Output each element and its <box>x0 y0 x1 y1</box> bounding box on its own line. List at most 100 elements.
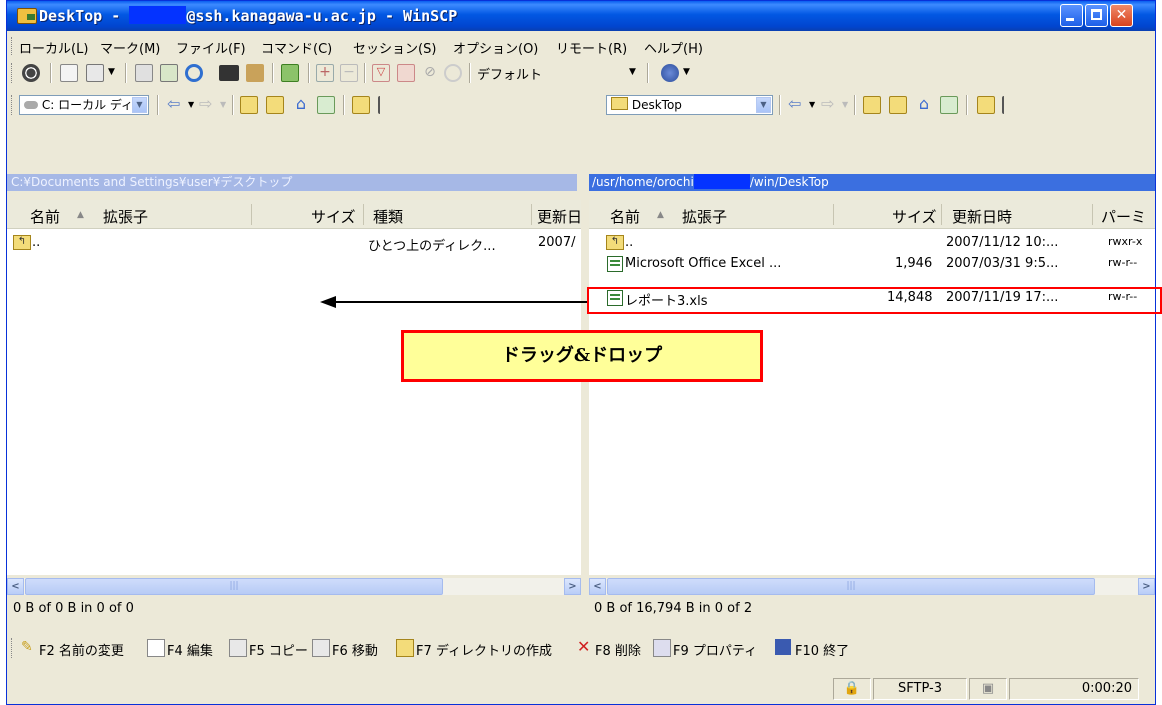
console-icon[interactable] <box>60 64 78 82</box>
column-modified[interactable]: 更新日 <box>537 206 582 227</box>
column-divider[interactable] <box>531 204 532 225</box>
dropdown-arrow-icon[interactable]: ▼ <box>108 67 115 77</box>
close-button[interactable]: ✕ <box>1110 4 1133 27</box>
f10-quit-button[interactable]: F10 終了 <box>795 640 849 659</box>
toolbar-grip[interactable] <box>11 95 14 115</box>
preferences-gear-icon[interactable] <box>22 64 40 82</box>
column-permissions[interactable]: パーミ <box>1101 206 1146 227</box>
parent-dir-icon[interactable] <box>863 96 881 114</box>
f6-move-button[interactable]: F6 移動 <box>332 640 378 659</box>
back-dropdown-icon[interactable]: ▼ <box>188 100 194 109</box>
menu-help[interactable]: ヘルプ(H) <box>644 38 703 57</box>
remote-horizontal-scrollbar[interactable]: < ||| > <box>589 578 1155 595</box>
column-size[interactable]: サイズ <box>311 206 356 227</box>
column-ext[interactable]: 拡張子 <box>103 206 148 227</box>
table-row[interactable]: ↰ .. 2007/11/12 10:... rwxr-x <box>589 233 1155 253</box>
menu-session[interactable]: セッション(S) <box>353 38 436 57</box>
scroll-left-button[interactable]: < <box>7 578 24 595</box>
copy-icon[interactable] <box>86 64 104 82</box>
back-dropdown-icon[interactable]: ▼ <box>809 100 815 109</box>
transfer-dropdown-arrow-icon[interactable]: ▼ <box>683 67 690 77</box>
column-size[interactable]: サイズ <box>892 206 937 227</box>
terminal-icon[interactable] <box>219 65 239 81</box>
minimize-button[interactable] <box>1060 4 1083 27</box>
winscp-app-icon[interactable] <box>17 8 37 24</box>
forward-dropdown-icon[interactable]: ▼ <box>220 100 226 109</box>
back-arrow-icon[interactable]: ⇦ <box>788 94 801 113</box>
open-folder-icon[interactable] <box>977 96 995 114</box>
table-row[interactable]: ↰ .. ひとつ上のディレク... 2007/ <box>7 233 581 254</box>
forward-dropdown-icon[interactable]: ▼ <box>842 100 848 109</box>
restore-icon[interactable] <box>444 64 462 82</box>
chevron-down-icon[interactable]: ▼ <box>132 97 147 113</box>
scroll-right-button[interactable]: > <box>1138 578 1155 595</box>
pane-splitter[interactable] <box>581 174 589 595</box>
chevron-down-icon[interactable]: ▼ <box>756 97 771 113</box>
local-horizontal-scrollbar[interactable]: < ||| > <box>7 578 581 595</box>
scroll-right-button[interactable]: > <box>564 578 581 595</box>
home-icon[interactable]: ⌂ <box>292 96 310 114</box>
invert-selection-icon[interactable] <box>397 64 415 82</box>
menu-mark[interactable]: マーク(M) <box>100 38 160 57</box>
menu-remote[interactable]: リモート(R) <box>556 38 627 57</box>
tree-view-icon[interactable] <box>1002 96 1020 114</box>
tree-view-icon[interactable] <box>378 96 396 114</box>
select-minus-icon[interactable]: − <box>340 64 358 82</box>
refresh-icon[interactable] <box>317 96 335 114</box>
f9-properties-button[interactable]: F9 プロパティ <box>673 640 757 659</box>
f2-rename-button[interactable]: F2 名前の変更 <box>39 640 124 659</box>
f4-edit-button[interactable]: F4 編集 <box>167 640 213 659</box>
clear-selection-icon[interactable]: ⊘ <box>421 64 439 82</box>
synchronize-icon[interactable] <box>160 64 178 82</box>
column-divider[interactable] <box>941 204 942 225</box>
preset-dropdown-arrow-icon[interactable]: ▼ <box>629 67 636 77</box>
putty-icon[interactable] <box>246 64 264 82</box>
home-icon[interactable]: ⌂ <box>915 96 933 114</box>
refresh-sync-icon[interactable] <box>185 64 203 82</box>
back-arrow-icon[interactable]: ⇦ <box>167 94 180 113</box>
scroll-thumb[interactable]: ||| <box>607 578 1095 595</box>
column-ext[interactable]: 拡張子 <box>682 206 727 227</box>
column-name[interactable]: 名前 <box>30 206 60 227</box>
maximize-button[interactable] <box>1085 4 1108 27</box>
local-file-list[interactable]: 名前 ▲ 拡張子 サイズ 種類 更新日 ↰ .. ひとつ上のディレク... 20… <box>7 200 582 575</box>
toolbar-grip[interactable] <box>11 63 14 83</box>
open-folder-icon[interactable] <box>352 96 370 114</box>
title-bar[interactable]: DeskTop - @ssh.kanagawa-u.ac.jp - WinSCP… <box>7 1 1155 31</box>
transfer-preset-label[interactable]: デフォルト <box>477 64 542 83</box>
local-drive-select[interactable]: C: ローカル ディ ▼ <box>19 95 149 115</box>
column-divider[interactable] <box>1092 204 1093 225</box>
f7-mkdir-button[interactable]: F7 ディレクトリの作成 <box>416 640 552 659</box>
root-dir-icon[interactable] <box>266 96 284 114</box>
menu-grip[interactable] <box>11 37 14 55</box>
column-modified[interactable]: 更新日時 <box>952 206 1012 227</box>
compare-dirs-icon[interactable] <box>135 64 153 82</box>
toolbar-grip[interactable] <box>11 638 14 658</box>
root-dir-icon[interactable] <box>889 96 907 114</box>
remote-dir-select[interactable]: DeskTop ▼ <box>606 95 773 115</box>
forward-arrow-icon[interactable]: ⇨ <box>821 94 834 113</box>
select-plus-icon[interactable]: + <box>316 64 334 82</box>
column-type[interactable]: 種類 <box>373 206 403 227</box>
toolbar-separator <box>966 95 968 115</box>
refresh-icon[interactable] <box>940 96 958 114</box>
menu-local[interactable]: ローカル(L) <box>19 38 88 57</box>
f8-delete-button[interactable]: F8 削除 <box>595 640 641 659</box>
scroll-left-button[interactable]: < <box>589 578 606 595</box>
f5-copy-button[interactable]: F5 コピー <box>249 640 308 659</box>
column-divider[interactable] <box>363 204 364 225</box>
menu-command[interactable]: コマンド(C) <box>261 38 332 57</box>
table-row[interactable]: Microsoft Office Excel ... 1,946 2007/03… <box>589 254 1155 274</box>
queue-icon[interactable] <box>281 64 299 82</box>
filter-icon[interactable]: ▽ <box>372 64 390 82</box>
remote-file-list[interactable]: 名前 ▲ 拡張子 サイズ 更新日時 パーミ ↰ .. 2007/11/12 10… <box>589 200 1155 575</box>
column-name[interactable]: 名前 <box>610 206 640 227</box>
column-divider[interactable] <box>251 204 252 225</box>
forward-arrow-icon[interactable]: ⇨ <box>199 94 212 113</box>
transfer-settings-icon[interactable] <box>661 64 679 82</box>
menu-options[interactable]: オプション(O) <box>453 38 538 57</box>
menu-file[interactable]: ファイル(F) <box>176 38 246 57</box>
column-divider[interactable] <box>833 204 834 225</box>
parent-dir-icon[interactable] <box>240 96 258 114</box>
scroll-thumb[interactable]: ||| <box>25 578 443 595</box>
